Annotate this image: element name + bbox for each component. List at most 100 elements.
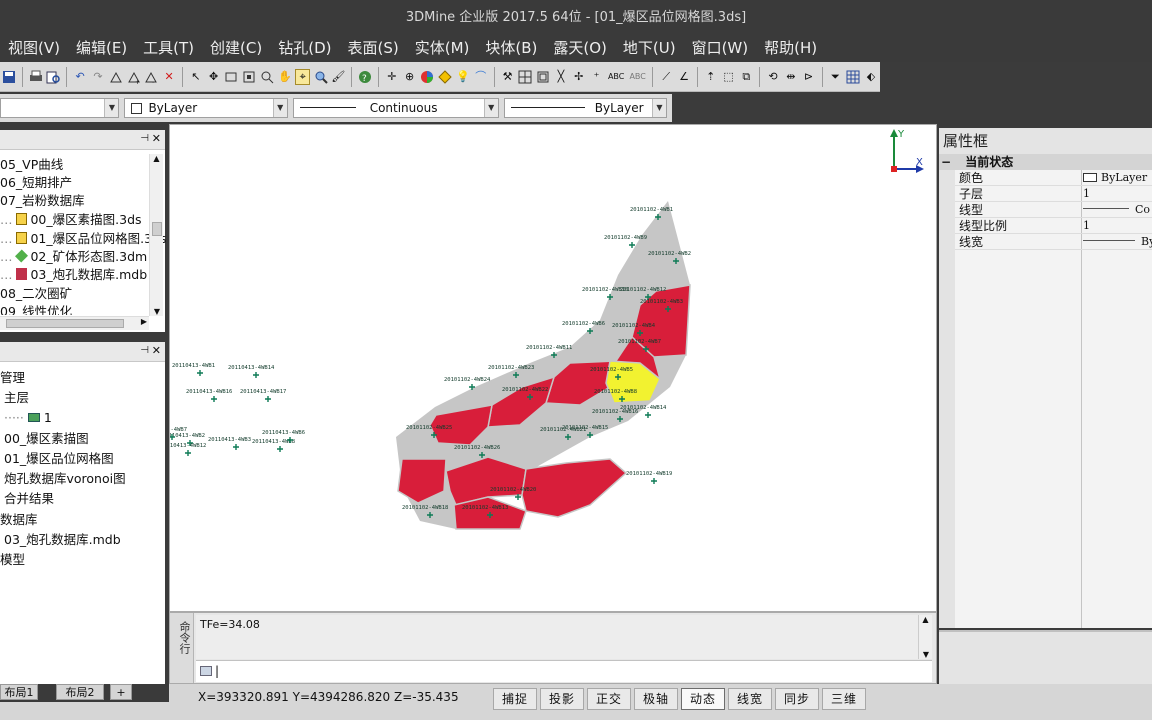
sync-toggle[interactable]: 同步	[775, 688, 819, 710]
abc-alt-icon[interactable]: ABC	[628, 69, 647, 85]
line-icon[interactable]: ⟋	[659, 69, 674, 85]
brush-icon[interactable]: 🖌	[331, 69, 346, 85]
tab-layout1[interactable]: 布局1	[0, 684, 38, 700]
point-icon[interactable]: ⁺	[589, 69, 604, 85]
tree-item-layer[interactable]: 01_爆区品位网格图	[4, 450, 114, 468]
ortho-toggle[interactable]: 正交	[587, 688, 631, 710]
scroll-up-icon[interactable]: ▲	[150, 154, 163, 163]
move-icon[interactable]: ✥	[206, 69, 221, 85]
tree-item-database[interactable]: 数据库	[0, 511, 38, 529]
align-icon[interactable]: ⊳	[801, 69, 816, 85]
projection-toggle[interactable]: 投影	[540, 688, 584, 710]
3d-toggle[interactable]: 三维	[822, 688, 866, 710]
tree-item-layer[interactable]: 合并结果	[4, 490, 54, 508]
menu-block[interactable]: 块体(B)	[477, 34, 545, 62]
tree-item-layer[interactable]: 00_爆区素描图	[4, 430, 89, 448]
filter-icon[interactable]: ⏷	[828, 69, 843, 85]
menu-view[interactable]: 视图(V)	[0, 34, 68, 62]
window-icon[interactable]	[224, 69, 239, 85]
print-preview-icon[interactable]	[46, 69, 61, 85]
drillhole-marker[interactable]	[645, 412, 651, 418]
pin-icon[interactable]: ⊣	[140, 133, 149, 144]
scroll-down-icon[interactable]: ▼	[150, 307, 164, 316]
drillhole-marker[interactable]	[211, 396, 217, 402]
tree-item-file[interactable]: … 03_炮孔数据库.mdb	[0, 266, 147, 284]
mirror-icon[interactable]: ⇹	[783, 69, 798, 85]
tree-item-folder[interactable]: 09_线性优化	[0, 303, 72, 315]
command-scrollbar[interactable]: ▲ ▼	[918, 615, 932, 659]
zoom-extent-icon[interactable]	[313, 69, 328, 85]
graphics-viewport[interactable]: X Y 20101102-4WB1 20101102-4WB9 20101102-4…	[144, 124, 937, 612]
cross-icon[interactable]: ╳	[554, 69, 569, 85]
abc-icon[interactable]: ABC	[607, 69, 626, 85]
shade-icon[interactable]	[438, 69, 453, 85]
zoom-out-icon[interactable]: -	[144, 69, 159, 85]
grid-icon[interactable]	[518, 69, 533, 85]
undo-icon[interactable]: ↶	[73, 69, 88, 85]
add-tab-button[interactable]: +	[110, 684, 132, 700]
prop-row-lineweight[interactable]: 线宽 By	[955, 234, 1152, 250]
tree-item-file[interactable]: … 02_矿体形态图.3dm	[0, 248, 147, 266]
menu-drillhole[interactable]: 钻孔(D)	[270, 34, 339, 62]
redo-icon[interactable]: ↷	[91, 69, 106, 85]
menu-solid[interactable]: 实体(M)	[407, 34, 478, 62]
view-icon[interactable]: ⊕	[402, 69, 417, 85]
scroll-thumb[interactable]	[6, 319, 124, 328]
rotate-icon[interactable]: ⟲	[766, 69, 781, 85]
properties-section-header[interactable]: − 当前状态	[939, 154, 1152, 170]
linetype-combo[interactable]: Continuous ▼	[292, 98, 499, 118]
prop-row-sublayer[interactable]: 子层 1	[955, 186, 1152, 202]
light-icon[interactable]: 💡	[456, 69, 471, 85]
drillhole-marker[interactable]	[277, 446, 283, 452]
help-icon[interactable]: ?	[358, 69, 373, 85]
tree-item-file[interactable]: … 01_爆区品位网格图.3ds	[0, 230, 167, 248]
snap-toggle[interactable]: 捕捉	[493, 688, 537, 710]
command-input[interactable]: |	[196, 660, 932, 682]
layer-combo[interactable]: ▼	[0, 98, 120, 118]
tree-item-manage[interactable]: 管理	[0, 369, 25, 387]
menu-help[interactable]: 帮助(H)	[756, 34, 825, 62]
tree-item-database-file[interactable]: 03_炮孔数据库.mdb	[4, 531, 121, 549]
angle-icon[interactable]: ∠	[677, 69, 692, 85]
scroll-up-icon[interactable]: ▲	[919, 615, 932, 624]
close-icon[interactable]: ✕	[152, 344, 161, 357]
add-icon[interactable]: ✢	[571, 69, 586, 85]
cube-icon[interactable]: ⬚	[721, 69, 736, 85]
lineweight-toggle[interactable]: 线宽	[728, 688, 772, 710]
drillhole-marker[interactable]	[265, 396, 271, 402]
blast-grade-grid-drawing[interactable]: X Y 20101102-4WB1 20101102-4WB9 20101102-4…	[144, 125, 936, 611]
drillhole-marker[interactable]	[185, 450, 191, 456]
vertical-scrollbar[interactable]: ▲ ▼	[149, 154, 163, 316]
drillhole-marker[interactable]	[233, 444, 239, 450]
select-icon[interactable]: ↖	[188, 69, 203, 85]
horizontal-scrollbar[interactable]: ▶	[0, 316, 149, 330]
tree-item-model[interactable]: 模型	[0, 551, 25, 569]
zoom-icon[interactable]	[108, 69, 123, 85]
print-icon[interactable]	[28, 69, 43, 85]
tree-item-main-layer[interactable]: 主层	[4, 389, 29, 407]
menu-edit[interactable]: 编辑(E)	[68, 34, 135, 62]
menu-tools[interactable]: 工具(T)	[135, 34, 202, 62]
prop-row-color[interactable]: 颜色 ByLayer	[955, 170, 1152, 186]
tree-item-folder[interactable]: 07_岩粉数据库	[0, 192, 85, 210]
find-icon[interactable]	[260, 69, 275, 85]
scroll-right-icon[interactable]: ▶	[141, 317, 147, 326]
pan-icon[interactable]: ✋	[277, 69, 292, 85]
copy-icon[interactable]: ⧉	[739, 69, 754, 85]
table-icon[interactable]	[846, 69, 861, 85]
dynamic-toggle[interactable]: 动态	[681, 688, 725, 710]
pin-icon[interactable]: ⊣	[140, 345, 149, 356]
zoom-in-icon[interactable]: +	[126, 69, 141, 85]
pointer-icon[interactable]: ⇡	[703, 69, 718, 85]
menu-create[interactable]: 创建(C)	[202, 34, 270, 62]
close-icon[interactable]: ✕	[152, 132, 161, 145]
layer-icon[interactable]	[536, 69, 551, 85]
lineweight-combo[interactable]: ByLayer ▼	[503, 98, 667, 118]
delete-icon[interactable]: ✕	[162, 69, 177, 85]
menu-underground[interactable]: 地下(U)	[615, 34, 684, 62]
prop-row-linetype[interactable]: 线型 Co	[955, 202, 1152, 218]
snap-icon[interactable]: ⌖	[295, 68, 311, 85]
drillhole-marker[interactable]	[253, 372, 259, 378]
tool-icon[interactable]: ⚒	[500, 69, 515, 85]
drillhole-marker[interactable]	[197, 370, 203, 376]
